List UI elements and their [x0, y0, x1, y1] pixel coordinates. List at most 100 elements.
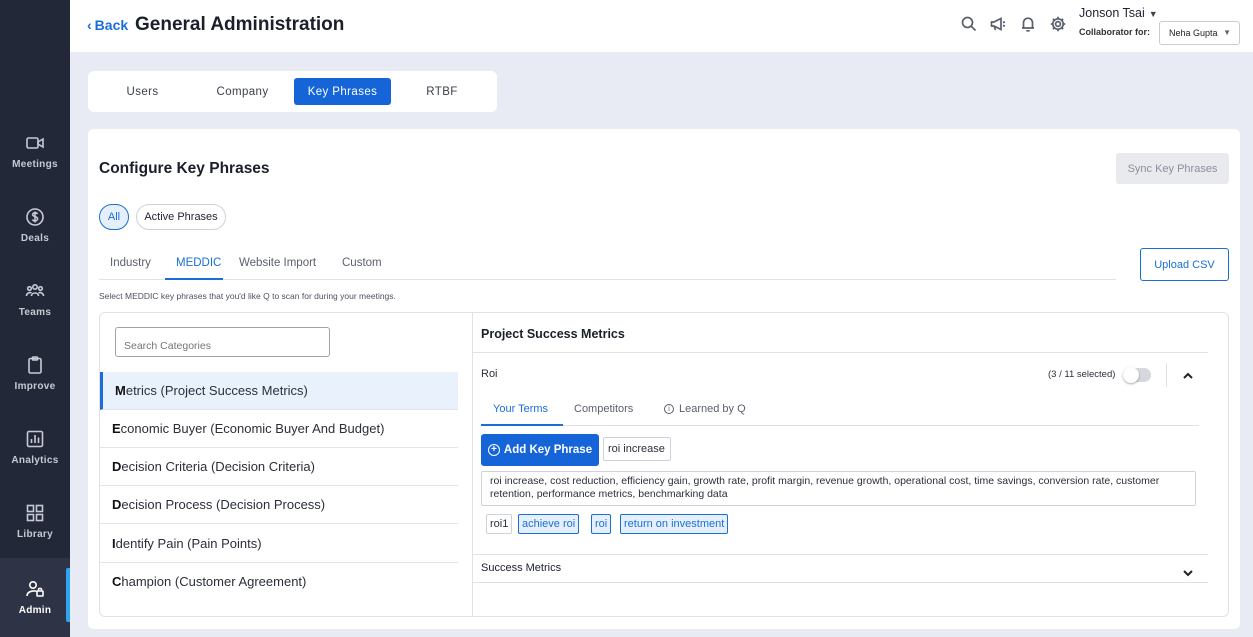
chevron-left-icon: ‹: [87, 17, 92, 33]
category-label: hampion (Customer Agreement): [121, 574, 307, 589]
sidebar-item-label: Admin: [18, 605, 52, 616]
divider: [473, 352, 1208, 353]
key-phrases-panel: Metrics (Project Success Metrics) Econom…: [99, 312, 1229, 617]
sidebar-item-label: Meetings: [12, 158, 58, 170]
sidebar-item-label: Teams: [18, 306, 52, 318]
subtab-website-import[interactable]: Website Import: [239, 257, 316, 269]
configure-card: Configure Key Phrases Sync Key Phrases A…: [88, 129, 1240, 629]
sidebar-item-label: Library: [16, 528, 53, 540]
section-title: Configure Key Phrases: [99, 160, 270, 177]
sidebar-item-label: Deals: [20, 232, 50, 244]
bell-icon[interactable]: [1019, 15, 1037, 33]
admin-user-icon: [26, 580, 44, 597]
megaphone-icon[interactable]: [989, 15, 1007, 33]
sidebar-item-deals[interactable]: Deals: [0, 190, 70, 260]
category-label: ecision Criteria (Decision Criteria): [121, 459, 315, 474]
subtab-custom[interactable]: Custom: [342, 257, 382, 269]
terms-textarea[interactable]: roi increase, cost reduction, efficiency…: [481, 471, 1196, 506]
category-item[interactable]: Decision Process (Decision Process): [100, 486, 458, 524]
back-link[interactable]: ‹ Back: [87, 17, 128, 33]
chevron-down-icon[interactable]: [1182, 566, 1194, 578]
sidebar-item-meetings[interactable]: Meetings: [0, 116, 70, 186]
grid-icon: [26, 504, 44, 521]
page-title: General Administration: [135, 14, 345, 35]
bar-chart-icon: [26, 430, 44, 447]
collaborator-select[interactable]: Neha Gupta ▼: [1159, 21, 1240, 45]
tab-company[interactable]: Company: [200, 78, 285, 105]
upload-csv-button[interactable]: Upload CSV: [1140, 248, 1229, 281]
category-item[interactable]: Economic Buyer (Economic Buyer And Budge…: [100, 410, 458, 448]
category-label: ecision Process (Decision Process): [121, 497, 326, 512]
header: ‹ Back General Administration Jonson Tsa…: [70, 0, 1253, 52]
sidebar-item-label: Analytics: [11, 454, 59, 466]
tab-active-indicator: [481, 424, 563, 426]
subtab-divider: [99, 279, 1116, 280]
add-key-phrase-button[interactable]: + Add Key Phrase: [481, 434, 599, 466]
team-icon: [25, 283, 45, 296]
dollar-icon: [26, 207, 44, 226]
sidebar-item-admin[interactable]: Admin: [0, 558, 70, 637]
add-key-phrase-label: Add Key Phrase: [503, 444, 593, 456]
sidebar-item-improve[interactable]: Improve: [0, 338, 70, 408]
help-text: Select MEDDIC key phrases that you'd lik…: [99, 291, 396, 301]
categories-pane: Metrics (Project Success Metrics) Econom…: [100, 313, 473, 616]
search-icon[interactable]: [960, 15, 978, 33]
category-label: etrics (Project Success Metrics): [125, 383, 308, 398]
category-initial: D: [112, 459, 122, 474]
sidebar-item-teams[interactable]: Teams: [0, 264, 70, 334]
collaborator-label: Collaborator for:: [1079, 27, 1150, 37]
clipboard-icon: [28, 355, 42, 374]
tab-key-phrases[interactable]: Key Phrases: [294, 78, 391, 105]
sync-key-phrases-button[interactable]: Sync Key Phrases: [1116, 153, 1229, 184]
category-initial: M: [115, 383, 126, 398]
category-item[interactable]: Identify Pain (Pain Points): [100, 525, 458, 563]
divider: [473, 554, 1208, 555]
phrase-tag[interactable]: return on investment: [620, 514, 729, 534]
group-name: Roi: [481, 368, 498, 380]
category-initial: E: [112, 421, 121, 436]
user-menu[interactable]: Jonson Tsai ▼: [1079, 6, 1158, 20]
sidebar: Meetings Deals Teams Improve Analytics L…: [0, 0, 70, 637]
category-item[interactable]: Metrics (Project Success Metrics): [100, 372, 458, 410]
group-toggle[interactable]: [1123, 367, 1151, 383]
category-initial: D: [112, 497, 122, 512]
category-initial: C: [112, 574, 122, 589]
tab-your-terms[interactable]: Your Terms: [493, 403, 548, 415]
top-tabs: Users Company Key Phrases RTBF: [88, 71, 497, 112]
caret-down-icon: ▼: [1148, 9, 1158, 19]
sidebar-item-analytics[interactable]: Analytics: [0, 412, 70, 482]
group-name: Success Metrics: [481, 562, 562, 574]
toggle-knob: [1123, 367, 1139, 383]
subtab-active-indicator: [165, 278, 223, 280]
back-label: Back: [94, 17, 129, 33]
category-item[interactable]: Champion (Customer Agreement): [100, 563, 458, 601]
category-item[interactable]: Decision Criteria (Decision Criteria): [100, 448, 458, 486]
phrase-tag[interactable]: achieve roi: [518, 514, 580, 534]
subtab-meddic[interactable]: MEDDIC: [176, 257, 221, 269]
chevron-up-icon[interactable]: [1182, 369, 1194, 381]
user-name: Jonson Tsai: [1079, 6, 1145, 20]
tab-competitors[interactable]: Competitors: [574, 403, 633, 415]
filter-active-phrases[interactable]: Active Phrases: [136, 204, 226, 230]
sidebar-item-label: Improve: [14, 380, 56, 392]
phrase-tag[interactable]: roi1: [486, 514, 513, 534]
category-detail-title: Project Success Metrics: [481, 327, 625, 341]
category-detail-pane: Project Success Metrics Roi (3 / 11 sele…: [473, 313, 1228, 616]
gear-icon[interactable]: [1049, 15, 1067, 33]
tab-rtbf[interactable]: RTBF: [406, 78, 478, 105]
key-phrase-input[interactable]: roi increase: [603, 437, 671, 461]
tab-divider: [481, 425, 1199, 426]
filter-all[interactable]: All: [99, 204, 129, 230]
phrase-tag[interactable]: roi: [591, 514, 612, 534]
sidebar-item-library[interactable]: Library: [0, 486, 70, 556]
divider: [1166, 363, 1167, 387]
tab-users[interactable]: Users: [104, 78, 181, 105]
search-categories-input[interactable]: [115, 327, 330, 357]
caret-down-icon: ▼: [1223, 28, 1231, 37]
subtab-industry[interactable]: Industry: [110, 257, 151, 269]
video-camera-icon: [26, 136, 44, 149]
category-label: conomic Buyer (Economic Buyer And Budget…: [120, 421, 385, 436]
tab-learned-by-q[interactable]: i Learned by Q: [664, 403, 746, 415]
collaborator-value: Neha Gupta: [1169, 28, 1218, 38]
selected-count: (3 / 11 selected): [1048, 369, 1116, 380]
